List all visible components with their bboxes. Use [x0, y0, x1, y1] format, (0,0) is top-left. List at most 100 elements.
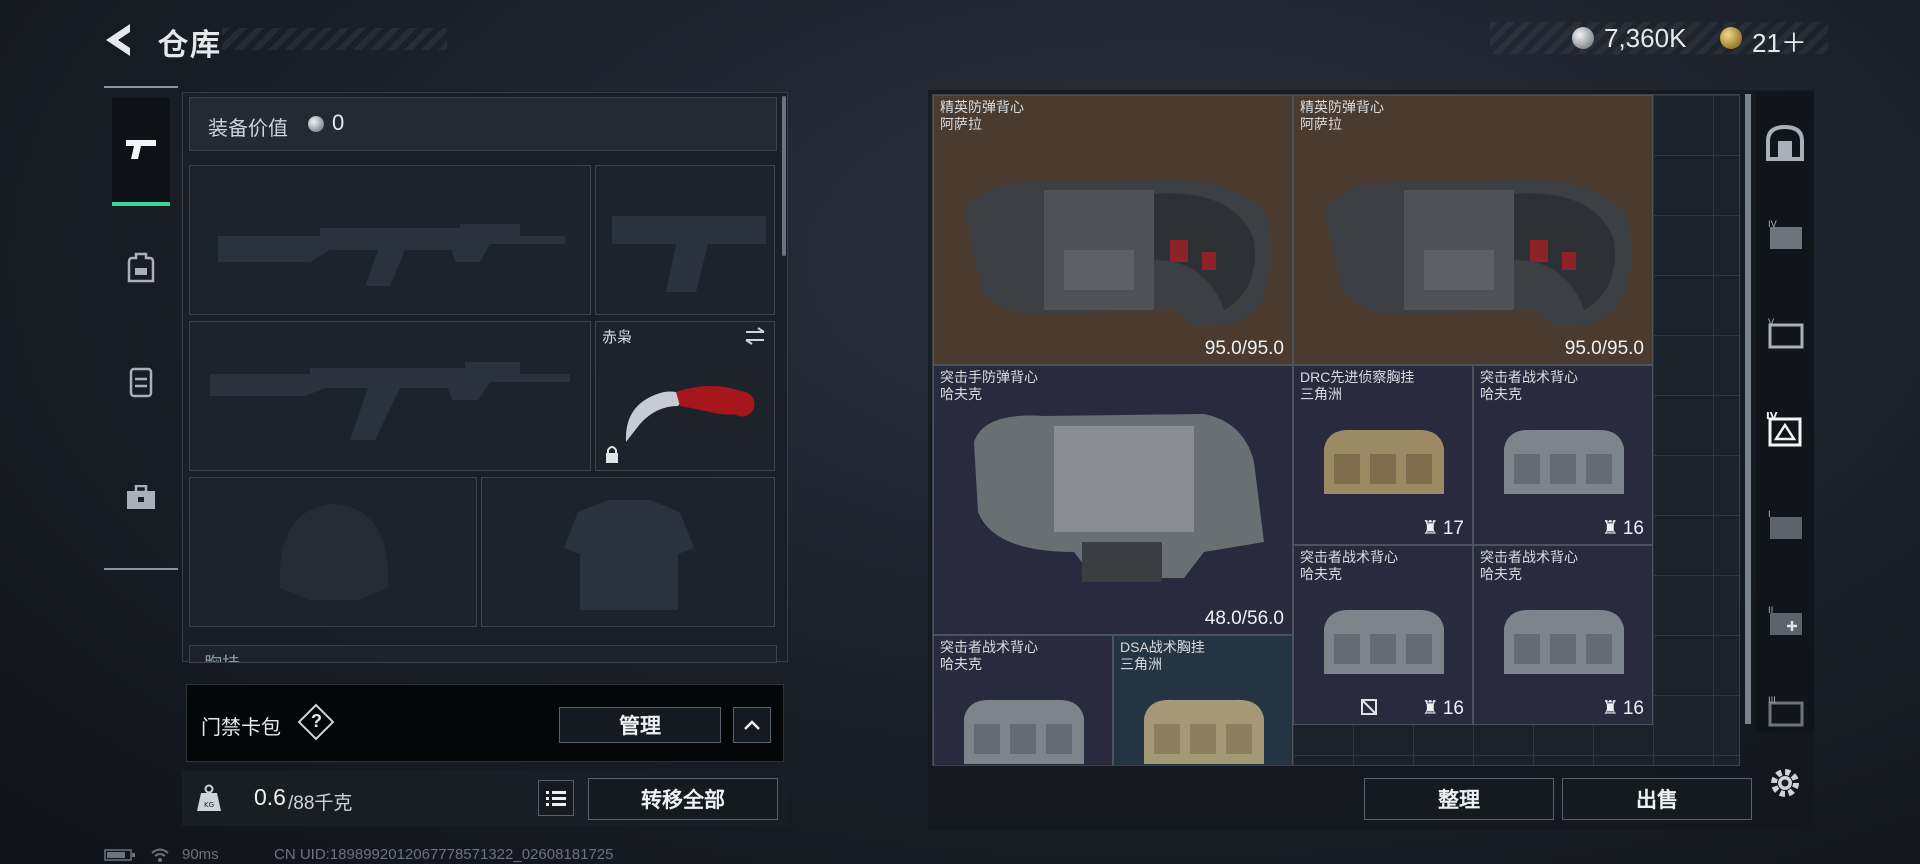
- rifle-silhouette-icon: [218, 224, 565, 286]
- svg-text:KG: KG: [204, 801, 214, 809]
- stash-tab-4b[interactable]: IV: [1762, 406, 1808, 452]
- stash-item[interactable]: DSA战术胸挂 三角洲: [1113, 635, 1293, 765]
- armor-vest-icon: [1324, 179, 1632, 327]
- pistol-icon: [126, 140, 156, 159]
- chest-rig-label: 胸挂: [204, 650, 240, 662]
- backpack-icon: [127, 252, 155, 283]
- body-armor-slot[interactable]: [481, 477, 775, 627]
- tab-vest[interactable]: [112, 328, 170, 436]
- chest-rig-icon: [1144, 699, 1264, 764]
- stash-grid: 精英防弹背心 阿萨拉 95.0/95.0 精英防弹背心 阿萨拉 95.0/95.0 …: [932, 94, 1740, 766]
- equipment-value-header: 装备价值 0: [189, 97, 777, 151]
- stash-tab-1[interactable]: I: [1762, 502, 1808, 548]
- equipment-panel: 装备价值 0 赤枭: [182, 92, 788, 663]
- stash-4-selected-icon: IV: [1766, 411, 1802, 447]
- tactical-vest-icon: [1504, 609, 1624, 674]
- stash-item[interactable]: 突击者战术背心 哈夫克 ♜ 16: [1473, 365, 1653, 545]
- weight-icon: ♜: [1421, 698, 1439, 719]
- svg-text:V: V: [1768, 318, 1775, 328]
- armor-vest-icon: [974, 414, 1264, 582]
- stash-tab-2[interactable]: II: [1762, 598, 1808, 644]
- item-name: 精英防弹背心 阿萨拉: [940, 99, 1024, 132]
- helmet-silhouette-icon: [279, 504, 389, 600]
- back-icon[interactable]: [100, 20, 140, 60]
- vault-icon: [1766, 124, 1804, 161]
- list-view-button[interactable]: [538, 780, 574, 816]
- stash-item[interactable]: 突击手防弹背心 哈夫克 48.0/56.0: [933, 365, 1293, 635]
- item-durability: 95.0/95.0: [1204, 338, 1284, 359]
- stash-item[interactable]: DRC先进侦察胸挂 三角洲 ♜ 17: [1293, 365, 1473, 545]
- stash-item[interactable]: 突击者战术背心 哈夫克: [933, 635, 1113, 765]
- stash-scrollbar[interactable]: [1745, 94, 1751, 724]
- item-name: 突击者战术背心 哈夫克: [1480, 549, 1578, 582]
- weight-bar: KG 0.6 /88千克 转移全部: [182, 770, 788, 826]
- stash-5-icon: V: [1768, 318, 1804, 349]
- manage-button[interactable]: 管理: [559, 707, 721, 743]
- list-icon: [546, 791, 566, 806]
- stash-tab-4[interactable]: IV: [1762, 212, 1808, 258]
- sidearm-slot[interactable]: [595, 165, 775, 315]
- tab-toolbox[interactable]: [112, 444, 170, 552]
- vest-icon: [129, 367, 153, 398]
- tab-backpack[interactable]: [112, 214, 170, 322]
- item-durability: 48.0/56.0: [1204, 608, 1284, 629]
- weight-icon: ♜: [1421, 518, 1439, 539]
- user-uid: CN UID:1898992012067778571322_0260818172…: [274, 846, 614, 863]
- weight-icon: ♜: [1601, 698, 1619, 719]
- silver-currency: 7,360K: [1604, 23, 1687, 53]
- transfer-all-button[interactable]: 转移全部: [588, 778, 778, 820]
- ping-value: 90ms: [182, 846, 219, 863]
- stash-tab-all[interactable]: [1762, 120, 1808, 166]
- stash-item[interactable]: 突击者战术背心 哈夫克 ♜ 16: [1293, 545, 1473, 725]
- item-stack: ♜ 16: [1601, 697, 1644, 720]
- weight-current: 0.6: [254, 784, 286, 810]
- stash-item[interactable]: 精英防弹背心 阿萨拉 95.0/95.0: [1293, 95, 1653, 365]
- chevron-up-icon: [744, 720, 760, 730]
- no-insure-icon: [1361, 699, 1377, 715]
- battery-icon: [104, 849, 135, 861]
- weight-max: /88千克: [288, 793, 353, 814]
- svg-text:IV: IV: [1768, 220, 1778, 230]
- primary-weapon-slot-2[interactable]: [189, 321, 591, 471]
- sell-button[interactable]: 出售: [1562, 778, 1752, 820]
- stash-3-icon: III: [1768, 696, 1804, 727]
- stash-tab-5[interactable]: V: [1762, 310, 1808, 356]
- chest-rig-section: 胸挂: [189, 645, 777, 663]
- stash-tab-3[interactable]: III: [1762, 688, 1808, 734]
- help-mark: ?: [311, 711, 322, 731]
- item-stack: ♜ 17: [1421, 517, 1464, 540]
- svg-text:IV: IV: [1766, 411, 1778, 422]
- sort-button[interactable]: 整理: [1364, 778, 1554, 820]
- tab-weapons[interactable]: [112, 98, 170, 206]
- item-name: 突击手防弹背心 哈夫克: [940, 369, 1038, 402]
- melee-slot[interactable]: 赤枭: [595, 321, 775, 471]
- primary-weapon-slot-1[interactable]: [189, 165, 591, 315]
- keycard-bar: 门禁卡包 ? 管理: [186, 684, 784, 762]
- stash-4-icon: IV: [1768, 220, 1802, 249]
- collapse-button[interactable]: [733, 707, 771, 743]
- gold-currency[interactable]: 21＋: [1752, 23, 1807, 60]
- item-durability: 95.0/95.0: [1564, 338, 1644, 359]
- lock-icon: [606, 446, 618, 463]
- tactical-vest-icon: [964, 699, 1084, 764]
- armor-vest-icon: [964, 179, 1272, 327]
- helmet-slot[interactable]: [189, 477, 477, 627]
- top-bar: 仓库 7,360K 21＋: [0, 0, 1920, 80]
- swap-icon[interactable]: [742, 326, 768, 346]
- silver-coin-icon: [308, 116, 324, 132]
- svg-text:II: II: [1768, 606, 1773, 616]
- rifle-silhouette-icon: [210, 362, 570, 440]
- item-name: 精英防弹背心 阿萨拉: [1300, 99, 1384, 132]
- title-stripe: [222, 28, 447, 50]
- stash-item[interactable]: 突击者战术背心 哈夫克 ♜ 16: [1473, 545, 1653, 725]
- chest-rig-icon: [1324, 429, 1444, 494]
- item-name: 突击者战术背心 哈夫克: [1300, 549, 1398, 582]
- tactical-vest-icon: [1324, 609, 1444, 674]
- armor-silhouette-icon: [564, 500, 694, 610]
- item-name: 突击者战术背心 哈夫克: [1480, 369, 1578, 402]
- stash-2-icon: II: [1768, 606, 1802, 635]
- stash-item[interactable]: 精英防弹背心 阿萨拉 95.0/95.0: [933, 95, 1293, 365]
- stash-1-icon: I: [1768, 510, 1802, 539]
- equipment-scrollbar[interactable]: [782, 96, 786, 256]
- settings-button[interactable]: [1762, 760, 1808, 806]
